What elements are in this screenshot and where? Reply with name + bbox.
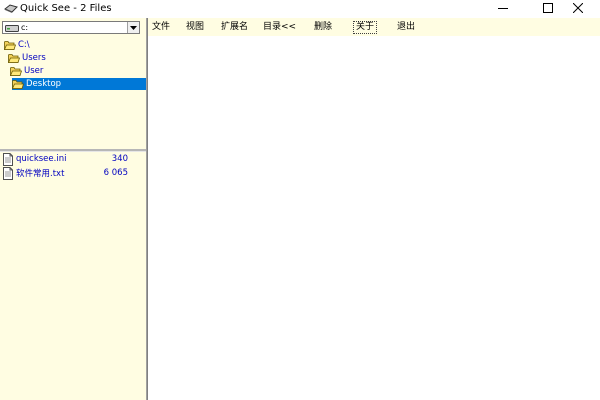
menu-exit[interactable]: 退出 <box>395 21 417 34</box>
close-icon <box>572 3 583 13</box>
minimize-icon <box>497 8 508 9</box>
menu-directory[interactable]: 目录<< <box>261 21 298 34</box>
drive-selector-value: c: <box>21 23 29 32</box>
menu-bar: 文件 视图 扩展名 目录<< 删除 关于 退出 <box>148 18 600 36</box>
app-window: Quick See - 2 Files c: C:\ Users User De… <box>0 0 600 400</box>
preview-area[interactable] <box>148 36 600 400</box>
title-bar: Quick See - 2 Files <box>0 0 600 18</box>
file-name: 软件常用.txt <box>16 169 65 179</box>
window-title: Quick See - 2 Files <box>20 3 112 14</box>
app-icon <box>4 4 18 13</box>
tree-item-label: C:\ <box>18 40 30 50</box>
open-folder-icon <box>10 67 22 76</box>
tree-item-label: Users <box>22 53 46 63</box>
file-row[interactable]: 软件常用.txt 6 065 <box>2 166 128 180</box>
menu-delete[interactable]: 删除 <box>312 21 334 34</box>
menu-view[interactable]: 视图 <box>184 21 206 34</box>
tree-item-users[interactable]: Users <box>8 52 46 64</box>
tree-item-c-drive[interactable]: C:\ <box>4 39 30 51</box>
menu-about[interactable]: 关于 <box>353 21 378 34</box>
folder-tree: C:\ Users User Desktop <box>0 38 146 150</box>
file-icon <box>3 166 13 180</box>
left-panel: c: C:\ Users User Desktop quicksee.ini 3… <box>0 18 146 400</box>
tree-item-desktop[interactable]: Desktop <box>12 78 146 90</box>
tree-item-user[interactable]: User <box>10 65 43 77</box>
maximize-icon <box>542 3 553 13</box>
file-list: quicksee.ini 340 软件常用.txt 6 065 <box>0 152 146 400</box>
drive-icon <box>5 25 19 32</box>
close-button[interactable] <box>555 0 600 16</box>
open-folder-icon <box>8 54 20 63</box>
open-folder-icon <box>12 80 24 89</box>
file-name: quicksee.ini <box>16 154 67 164</box>
chevron-down-icon[interactable] <box>127 22 139 33</box>
menu-file[interactable]: 文件 <box>150 21 172 34</box>
menu-extension[interactable]: 扩展名 <box>219 21 250 34</box>
file-size: 340 <box>111 154 128 164</box>
minimize-button[interactable] <box>480 0 525 16</box>
file-icon <box>3 152 13 166</box>
drive-selector[interactable]: c: <box>2 21 140 34</box>
file-size: 6 065 <box>103 168 128 178</box>
tree-item-label: Desktop <box>26 79 62 89</box>
open-folder-icon <box>4 41 16 50</box>
tree-item-label: User <box>24 66 44 76</box>
file-row[interactable]: quicksee.ini 340 <box>2 152 128 166</box>
